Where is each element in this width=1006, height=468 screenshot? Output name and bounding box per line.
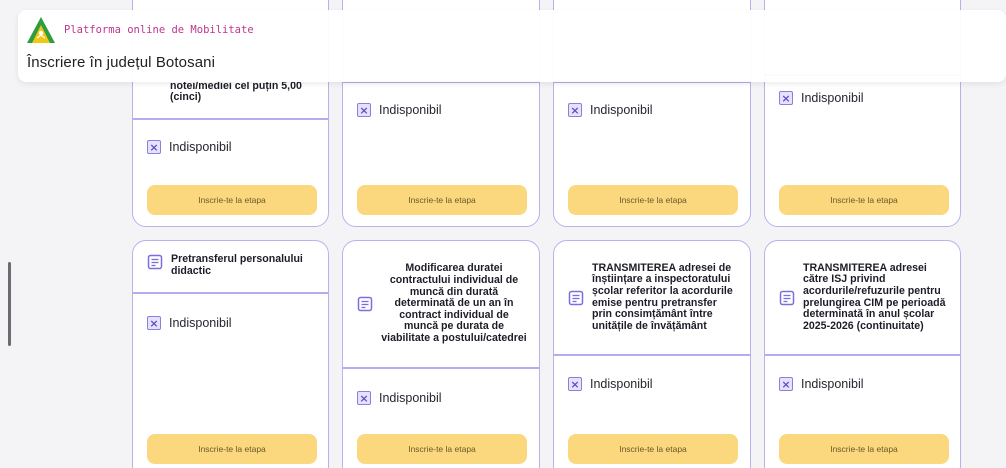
status-label: Indisponibil <box>379 103 442 117</box>
status-row: × Indisponibil <box>568 377 653 391</box>
enroll-stage-button[interactable]: Inscrie-te la etapa <box>568 434 738 464</box>
unavailable-x-icon: × <box>147 316 161 330</box>
status-label: Indisponibil <box>590 377 653 391</box>
unavailable-x-icon: × <box>357 103 371 117</box>
status-label: Indisponibil <box>379 391 442 405</box>
stage-card: Pretransferul personalului didactic × In… <box>132 240 329 468</box>
status-label: Indisponibil <box>590 103 653 117</box>
enroll-stage-button[interactable]: Inscrie-te la etapa <box>779 434 949 464</box>
enroll-stage-button[interactable]: Inscrie-te la etapa <box>568 185 738 215</box>
status-label: Indisponibil <box>801 91 864 105</box>
unavailable-x-icon: × <box>779 91 793 105</box>
card-title: TRANSMITEREA adresei către ISJ privind a… <box>803 261 946 332</box>
document-icon <box>568 290 584 305</box>
unavailable-x-icon: × <box>357 391 371 405</box>
unavailable-x-icon: × <box>147 140 161 154</box>
enroll-stage-button[interactable]: Inscrie-te la etapa <box>357 434 527 464</box>
brand[interactable]: Platforma online de Mobilitate <box>26 16 254 44</box>
status-row: × Indisponibil <box>779 91 864 105</box>
status-row: × Indisponibil <box>147 140 232 154</box>
card-title: Pretransferul personalului didactic <box>171 253 303 277</box>
card-title: Modificarea duratei contractului individ… <box>381 262 527 344</box>
stage-card: TRANSMITEREA adresei către ISJ privind a… <box>764 240 961 468</box>
status-label: Indisponibil <box>801 377 864 391</box>
unavailable-x-icon: × <box>779 377 793 391</box>
enroll-stage-button[interactable]: Inscrie-te la etapa <box>779 185 949 215</box>
card-header: TRANSMITEREA adresei de înștiințare a in… <box>554 241 750 356</box>
card-header: TRANSMITEREA adresei către ISJ privind a… <box>765 241 960 356</box>
status-label: Indisponibil <box>169 140 232 154</box>
enroll-stage-button[interactable]: Inscrie-te la etapa <box>357 185 527 215</box>
document-icon <box>357 296 373 312</box>
status-label: Indisponibil <box>169 316 232 330</box>
unavailable-x-icon: × <box>568 103 582 117</box>
stage-card: Modificarea duratei contractului individ… <box>342 240 540 468</box>
stage-card: TRANSMITEREA adresei de înștiințare a in… <box>553 240 751 468</box>
document-icon <box>779 290 795 305</box>
unavailable-x-icon: × <box>568 377 582 391</box>
card-header: Pretransferul personalului didactic <box>133 241 328 294</box>
card-title: TRANSMITEREA adresei de înștiințare a in… <box>592 261 733 332</box>
platform-logo-icon <box>27 17 55 43</box>
status-row: × Indisponibil <box>357 103 442 117</box>
brand-name: Platforma online de Mobilitate <box>64 24 254 36</box>
scrollbar-thumb[interactable] <box>8 262 11 346</box>
status-row: × Indisponibil <box>357 391 442 405</box>
document-icon <box>147 254 163 270</box>
card-header: Modificarea duratei contractului individ… <box>343 241 539 369</box>
enroll-stage-button[interactable]: Inscrie-te la etapa <box>147 185 317 215</box>
status-row: × Indisponibil <box>147 316 232 330</box>
top-header: Platforma online de Mobilitate Înscriere… <box>18 10 1006 82</box>
card-title: notei/mediei cel puțin 5,00 (cinci) <box>170 79 302 104</box>
status-row: × Indisponibil <box>779 377 864 391</box>
enroll-stage-button[interactable]: Inscrie-te la etapa <box>147 434 317 464</box>
status-row: × Indisponibil <box>568 103 653 117</box>
page-title: Înscriere în județul Botosani <box>27 54 216 71</box>
